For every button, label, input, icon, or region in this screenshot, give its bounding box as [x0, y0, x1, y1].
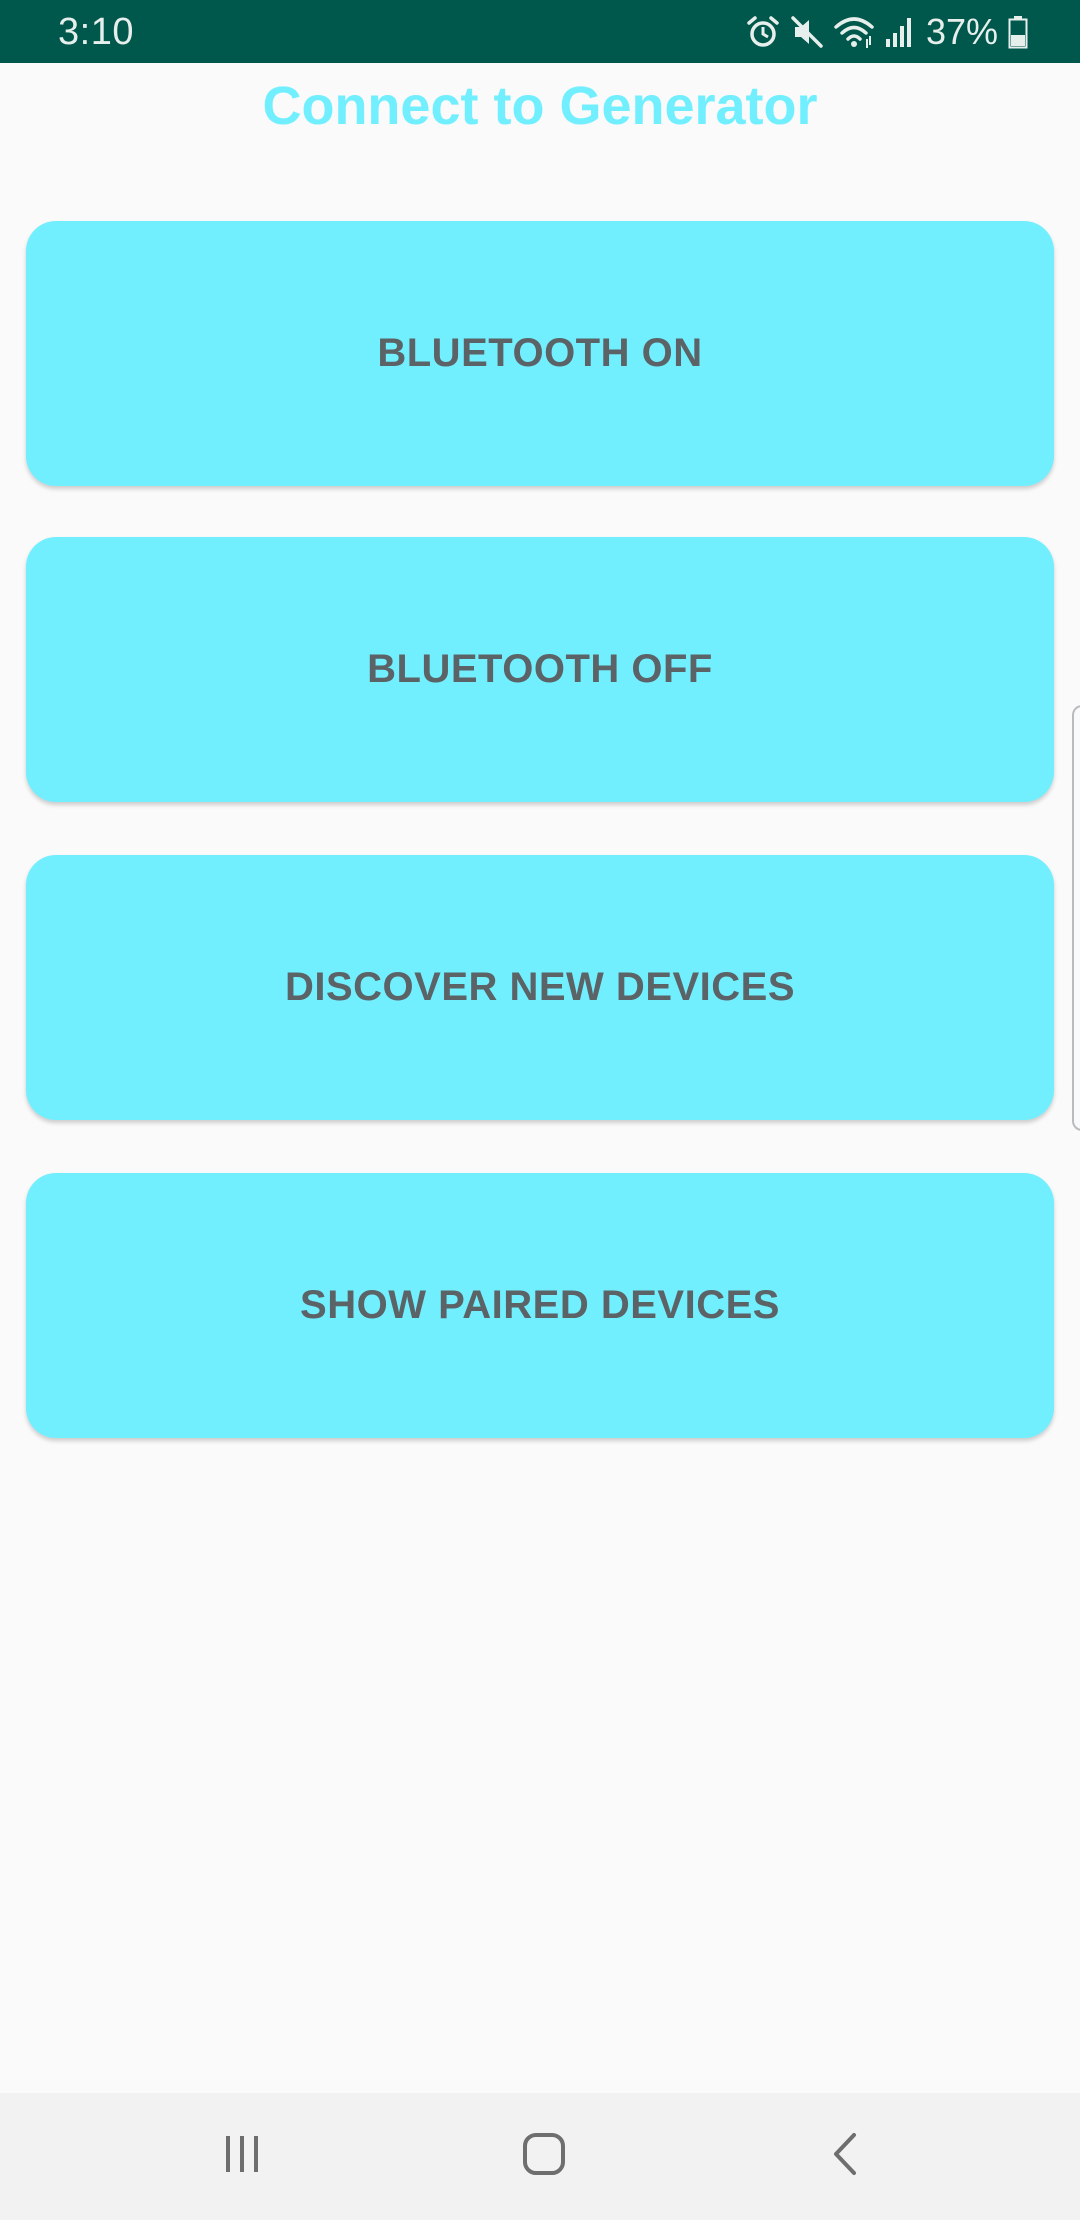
recents-icon [220, 2132, 264, 2181]
battery-icon [1008, 15, 1028, 49]
alarm-icon [746, 15, 780, 49]
wifi-icon [834, 15, 874, 49]
recents-button[interactable] [202, 2123, 282, 2189]
back-button[interactable] [806, 2123, 886, 2189]
edge-panel-handle[interactable] [1072, 705, 1080, 1131]
mute-icon [790, 15, 824, 49]
bluetooth-off-button[interactable]: BLUETOOTH OFF [26, 537, 1054, 802]
back-icon [824, 2130, 868, 2183]
signal-icon [884, 15, 916, 49]
status-bar: 3:10 37% [0, 0, 1080, 63]
battery-percent: 37% [925, 11, 998, 52]
status-icons: 37% [746, 12, 1028, 52]
bluetooth-on-button[interactable]: BLUETOOTH ON [26, 221, 1054, 486]
show-paired-devices-button[interactable]: SHOW PAIRED DEVICES [26, 1173, 1054, 1438]
navigation-bar [0, 2093, 1080, 2220]
discover-devices-button[interactable]: DISCOVER NEW DEVICES [26, 855, 1054, 1120]
status-time: 3:10 [58, 11, 134, 53]
home-button[interactable] [504, 2123, 584, 2189]
home-icon [520, 2130, 568, 2183]
page-title: Connect to Generator [262, 76, 818, 136]
